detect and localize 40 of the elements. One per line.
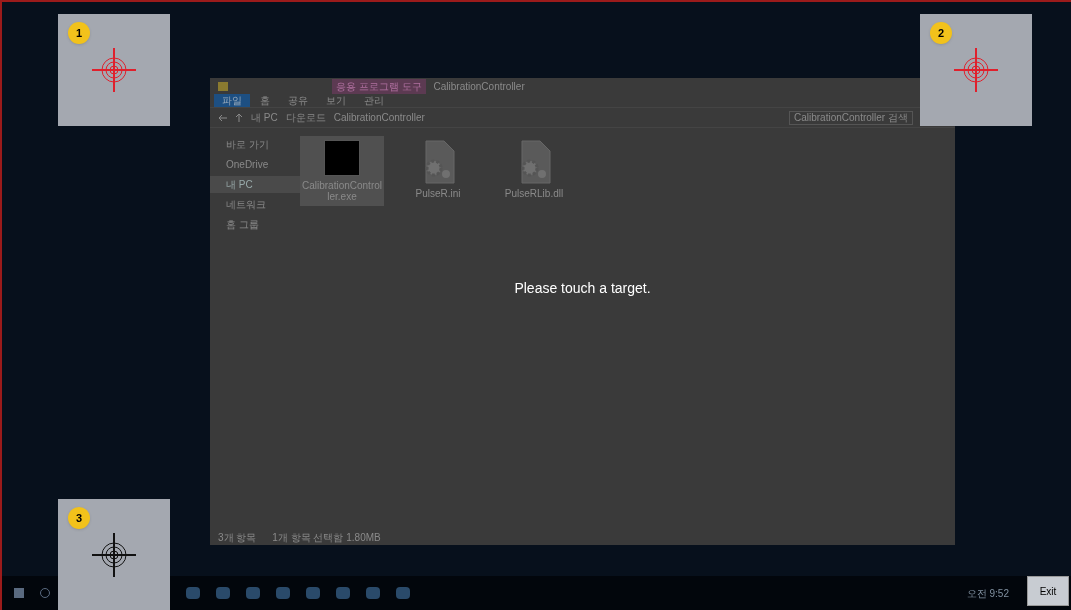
taskbar-app-icon[interactable] — [306, 587, 320, 599]
status-text: 1개 항목 선택함 1.80MB — [272, 530, 381, 545]
nav-pane-item[interactable]: 바로 가기 — [210, 136, 300, 153]
ribbon-tab[interactable]: 파일 — [214, 94, 250, 107]
taskbar-app-icon[interactable] — [396, 587, 410, 599]
back-arrow-icon[interactable] — [218, 113, 227, 122]
nav-pane-item[interactable]: OneDrive — [210, 156, 300, 173]
taskbar-app-icon[interactable] — [246, 587, 260, 599]
calibration-target-overlay[interactable]: 3 — [58, 499, 170, 610]
calibration-prompt: Please touch a target. — [513, 279, 652, 298]
calibration-target-overlay[interactable]: 2 — [920, 14, 1032, 126]
taskbar-app-icon[interactable] — [216, 587, 230, 599]
taskbar-app-icon[interactable] — [186, 587, 200, 599]
app-window-icon — [324, 140, 360, 176]
breadcrumb-item[interactable]: 다운로드 — [285, 110, 326, 125]
search-field[interactable]: CalibrationController 검색 — [789, 110, 913, 125]
taskbar-app-icon[interactable] — [336, 587, 350, 599]
taskbar-app-icon[interactable] — [366, 587, 380, 599]
file-item[interactable]: PulseR.ini — [396, 136, 480, 203]
up-arrow-icon[interactable] — [235, 113, 243, 122]
target-number-badge: 1 — [68, 22, 90, 44]
exit-button[interactable]: Exit — [1027, 576, 1069, 606]
nav-pane-item[interactable]: 내 PC — [210, 176, 300, 193]
context-tab-label: 응용 프로그램 도구 — [332, 78, 426, 94]
breadcrumb-item[interactable]: CalibrationController — [333, 110, 425, 125]
breadcrumb-item[interactable]: 내 PC — [251, 110, 278, 125]
clock-text: 오전 9:52 — [966, 586, 1009, 601]
ribbon-tab[interactable]: 관리 — [356, 94, 392, 107]
taskbar-app-icon[interactable] — [276, 587, 290, 599]
status-text: 3개 항목 — [218, 530, 257, 545]
nav-pane-item[interactable]: 네트워크 — [210, 196, 300, 213]
ribbon-tab[interactable]: 홈 — [252, 94, 278, 107]
ribbon-tab[interactable]: 공유 — [280, 94, 316, 107]
ribbon-tab[interactable]: 보기 — [318, 94, 354, 107]
window-title: CalibrationController — [433, 79, 525, 94]
file-item[interactable]: PulseRLib.dll — [492, 136, 576, 203]
target-number-badge: 2 — [930, 22, 952, 44]
nav-pane-item[interactable]: 홈 그룹 — [210, 216, 300, 233]
target-number-badge: 3 — [68, 507, 90, 529]
calibration-target-overlay[interactable]: 1 — [58, 14, 170, 126]
